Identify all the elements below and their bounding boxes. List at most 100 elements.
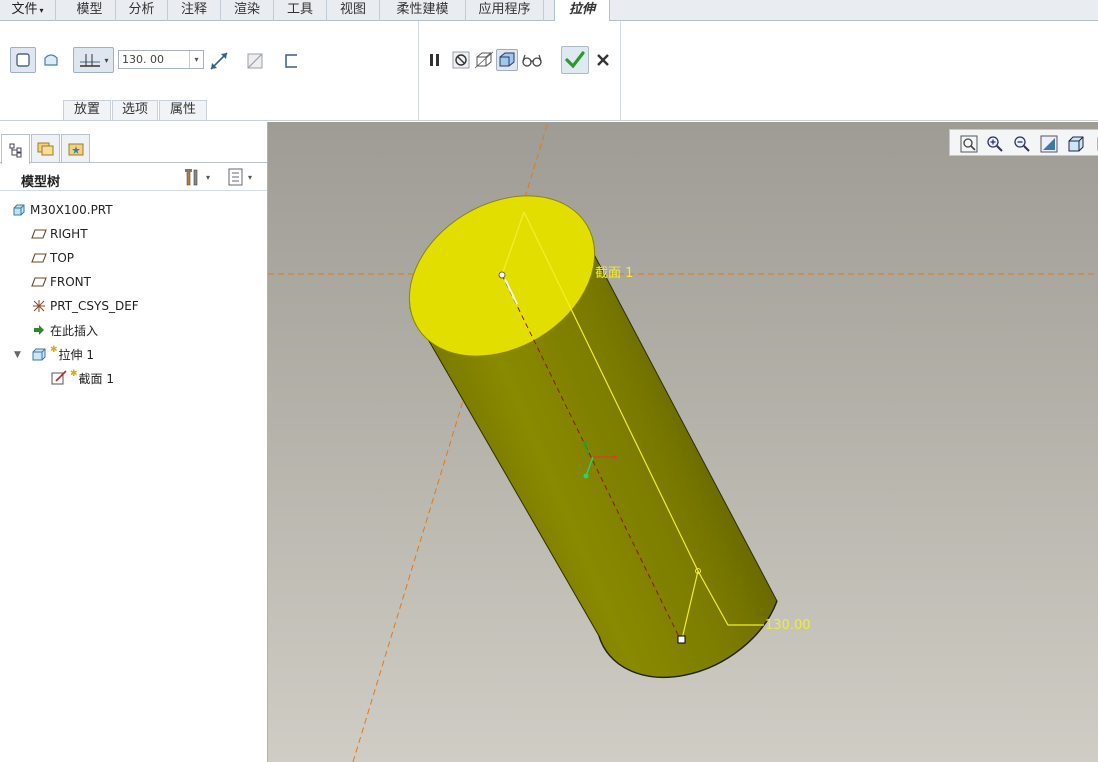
- remove-material-button[interactable]: [243, 49, 267, 73]
- tab-view[interactable]: 视图: [327, 0, 380, 21]
- tree-item-label: RIGHT: [50, 227, 88, 241]
- repaint-button[interactable]: [1038, 133, 1059, 154]
- file-menu-label: 文件: [11, 2, 38, 17]
- ribbon-divider: [620, 21, 621, 121]
- chevron-down-icon: ▾: [248, 172, 253, 182]
- tree-item-insert-here[interactable]: 在此插入: [31, 320, 98, 340]
- model-canvas[interactable]: [268, 122, 1098, 762]
- verify-mode-button[interactable]: [496, 49, 518, 71]
- geometry-preview-button[interactable]: [473, 49, 495, 71]
- depth-value-input[interactable]: 130. 00 ▾: [118, 50, 204, 69]
- tree-item-extrude[interactable]: ✱ 拉伸 1: [31, 344, 94, 364]
- zoom-in-button[interactable]: [984, 133, 1005, 154]
- collapse-toggle-icon[interactable]: ▼: [14, 350, 21, 360]
- section-label: 截面 1: [595, 266, 634, 281]
- new-feature-marker-icon: ✱: [50, 345, 58, 355]
- flip-direction-icon: [210, 52, 228, 70]
- csys-icon: [31, 298, 47, 314]
- chevron-down-icon: ▾: [206, 172, 211, 182]
- tree-item-label: PRT_CSYS_DEF: [50, 299, 139, 313]
- list-icon: [228, 168, 243, 186]
- tree-item-label: 在此插入: [50, 323, 99, 338]
- tree-settings-button[interactable]: ▾: [184, 168, 210, 186]
- repaint-icon: [1040, 135, 1057, 152]
- tab-model[interactable]: 模型: [64, 0, 116, 21]
- ribbon-divider: [418, 21, 419, 121]
- saved-orientations-button[interactable]: [1065, 133, 1086, 154]
- close-icon: [597, 54, 609, 66]
- folder-browser-icon: [37, 142, 53, 155]
- solid-button[interactable]: [10, 47, 36, 73]
- tree-item-label: FRONT: [50, 275, 91, 289]
- datum-plane-icon: [31, 226, 47, 242]
- tree-show-button[interactable]: ▾: [228, 168, 252, 186]
- chevron-down-icon[interactable]: ▾: [189, 51, 203, 68]
- no-preview-button[interactable]: [450, 49, 472, 71]
- tab-render[interactable]: 渲染: [221, 0, 274, 21]
- tree-item-label: 截面 1: [78, 371, 114, 386]
- depth-option-dropdown[interactable]: ▾: [73, 47, 114, 73]
- section-origin-point: [498, 271, 506, 279]
- surface-button[interactable]: [38, 47, 64, 73]
- favorites-folder-icon: [68, 143, 83, 155]
- tab-extrude[interactable]: 拉伸: [554, 0, 610, 22]
- surface-icon: [44, 54, 58, 66]
- datum-plane-icon: [31, 250, 47, 266]
- sketch-icon: [51, 370, 67, 386]
- tree-item-csys[interactable]: PRT_CSYS_DEF: [31, 296, 139, 316]
- tree-item-label: TOP: [50, 251, 75, 265]
- pause-button[interactable]: [425, 49, 445, 71]
- new-feature-marker-icon: ✱: [70, 369, 78, 379]
- tab-folder-browser[interactable]: [31, 134, 60, 162]
- saved-orientations-icon: [1068, 136, 1083, 151]
- preview-glasses-button[interactable]: [520, 49, 544, 71]
- tree-item-top[interactable]: TOP: [31, 248, 74, 268]
- tab-applications[interactable]: 应用程序: [466, 0, 544, 21]
- zoom-out-icon: [1013, 135, 1030, 152]
- no-preview-icon: [452, 51, 470, 69]
- model-tree-icon: [9, 143, 21, 157]
- chevron-down-icon: ▾: [39, 6, 44, 15]
- tree-item-label: M30X100.PRT: [30, 203, 113, 217]
- tree-item-front[interactable]: FRONT: [31, 272, 91, 292]
- ok-button[interactable]: [561, 46, 589, 74]
- tab-properties[interactable]: 属性: [159, 100, 207, 120]
- tools-icon: [185, 169, 198, 186]
- tree-item-label: 拉伸 1: [58, 347, 94, 362]
- view-toolbar: [949, 129, 1098, 156]
- tab-favorites[interactable]: [61, 134, 90, 162]
- tree-item-right[interactable]: RIGHT: [31, 224, 88, 244]
- graphics-viewport[interactable]: 截面 1 130.00: [268, 122, 1098, 762]
- menu-tab-bar: 文件 ▾ 模型 分析 注释 渲染 工具 视图 柔性建模 应用程序 拉伸: [0, 0, 1098, 22]
- zoom-out-button[interactable]: [1011, 133, 1032, 154]
- tab-flexible-modeling[interactable]: 柔性建模: [380, 0, 466, 21]
- navigator-tabs: [0, 122, 267, 164]
- depth-dimension-label[interactable]: 130.00: [765, 618, 811, 633]
- view-manager-button[interactable]: [1091, 133, 1098, 154]
- extrude-feature-icon: [31, 346, 47, 362]
- refit-icon: [960, 135, 977, 152]
- flip-direction-button[interactable]: [206, 48, 232, 74]
- geometry-preview-icon: [474, 51, 494, 69]
- thicken-icon: [285, 54, 297, 68]
- tree-item-section[interactable]: ✱ 截面 1: [51, 368, 114, 388]
- thicken-sketch-button[interactable]: [279, 49, 303, 73]
- tab-analysis[interactable]: 分析: [116, 0, 168, 21]
- tree-item-part[interactable]: M30X100.PRT: [11, 200, 113, 220]
- tab-annotate[interactable]: 注释: [168, 0, 221, 21]
- insert-here-arrow-icon: [31, 322, 47, 338]
- solid-icon: [16, 53, 30, 67]
- blind-depth-icon: [80, 54, 101, 67]
- model-tree-header: 模型树 ▾ ▾: [0, 164, 267, 191]
- tab-placement[interactable]: 放置: [63, 100, 111, 120]
- zoom-in-icon: [986, 135, 1003, 152]
- cancel-button[interactable]: [592, 49, 614, 71]
- tab-options[interactable]: 选项: [112, 100, 158, 120]
- depth-drag-handle[interactable]: [677, 635, 686, 644]
- refit-button[interactable]: [958, 133, 979, 154]
- navigator-panel: 模型树 ▾ ▾ M30X100.PRT RIGHT TOP FRONT PRT_…: [0, 122, 268, 762]
- checkmark-icon: [565, 51, 585, 69]
- tab-tools[interactable]: 工具: [274, 0, 327, 21]
- file-menu[interactable]: 文件 ▾: [0, 0, 56, 21]
- tab-model-tree[interactable]: [1, 134, 30, 164]
